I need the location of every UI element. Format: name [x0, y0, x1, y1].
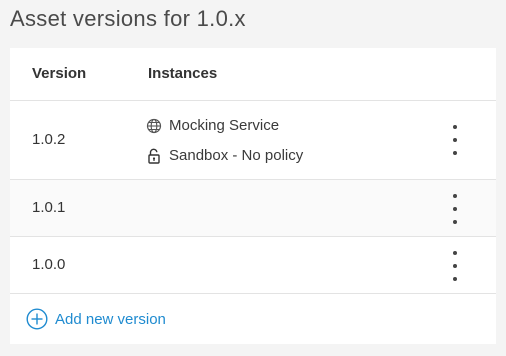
- kebab-dot: [453, 194, 457, 198]
- kebab-dot: [453, 251, 457, 255]
- table-header: Version Instances: [10, 48, 496, 101]
- kebab-dot: [453, 264, 457, 268]
- table-row: 1.0.2 Mocking Service Sandbox - No polic…: [10, 101, 496, 180]
- page-title: Asset versions for 1.0.x: [10, 6, 246, 31]
- version-label: 1.0.0: [32, 256, 66, 273]
- plus-circle-icon: [26, 308, 48, 330]
- kebab-dot: [453, 138, 457, 142]
- kebab-dot: [453, 220, 457, 224]
- kebab-dot: [453, 125, 457, 129]
- instance-label: Mocking Service: [169, 117, 280, 134]
- version-label: 1.0.2: [32, 131, 66, 148]
- add-new-version-label: Add new version: [55, 310, 166, 328]
- instance-item[interactable]: Sandbox - No policy: [146, 147, 303, 164]
- versions-card: Version Instances 1.0.2 Mocking Service …: [10, 48, 496, 344]
- kebab-dot: [453, 151, 457, 155]
- kebab-dot: [453, 207, 457, 211]
- table-row: 1.0.0: [10, 237, 496, 294]
- row-menu-button[interactable]: [448, 194, 462, 224]
- instance-label: Sandbox - No policy: [169, 147, 304, 164]
- table-row: 1.0.1: [10, 180, 496, 237]
- lock-icon: [148, 148, 160, 164]
- kebab-dot: [453, 277, 457, 281]
- globe-icon: [146, 118, 162, 133]
- row-menu-button[interactable]: [448, 125, 462, 155]
- row-menu-button[interactable]: [448, 251, 462, 281]
- column-header-instances: Instances: [148, 65, 218, 82]
- add-new-version-button[interactable]: Add new version: [26, 308, 166, 330]
- column-header-version: Version: [32, 65, 87, 82]
- version-label: 1.0.1: [32, 199, 66, 216]
- instance-item[interactable]: Mocking Service: [146, 117, 279, 134]
